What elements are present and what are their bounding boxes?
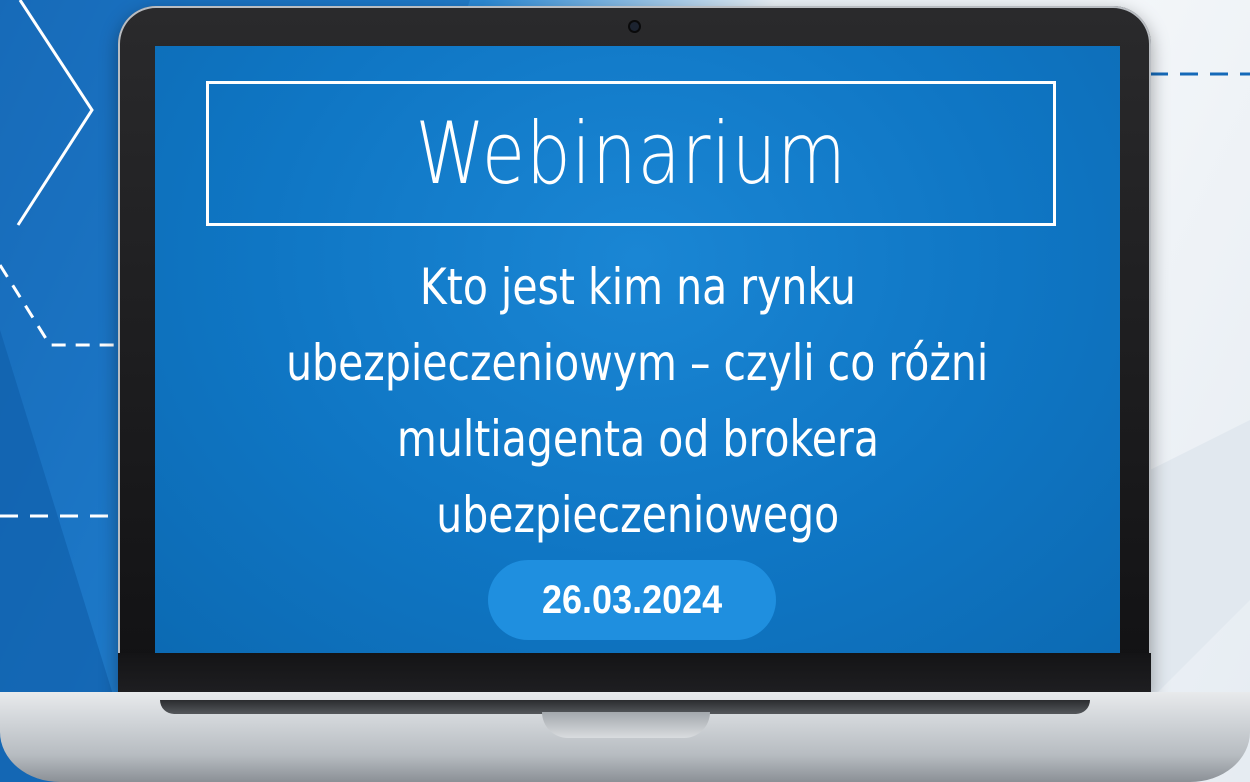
webinar-title: Webinarium xyxy=(415,103,847,204)
laptop-notch xyxy=(542,712,710,738)
webcam-icon xyxy=(630,22,639,31)
subtitle-line: ubezpieczeniowego xyxy=(435,486,840,544)
subtitle-line: ubezpieczeniowym – czyli co różni xyxy=(286,334,989,392)
laptop: Webinarium Kto jest kim na rynku ubezpie… xyxy=(0,0,1250,782)
subtitle-line: multiagenta od brokera xyxy=(396,410,879,468)
laptop-screen: Webinarium Kto jest kim na rynku ubezpie… xyxy=(155,46,1120,653)
title-box: Webinarium xyxy=(206,81,1056,226)
webinar-date: 26.03.2024 xyxy=(541,577,723,622)
laptop-chin xyxy=(118,653,1151,696)
subtitle-line: Kto jest kim na rynku xyxy=(419,258,856,316)
date-badge: 26.03.2024 xyxy=(488,560,776,640)
webinar-subtitle: Kto jest kim na rynku ubezpieczeniowym –… xyxy=(165,249,1110,553)
